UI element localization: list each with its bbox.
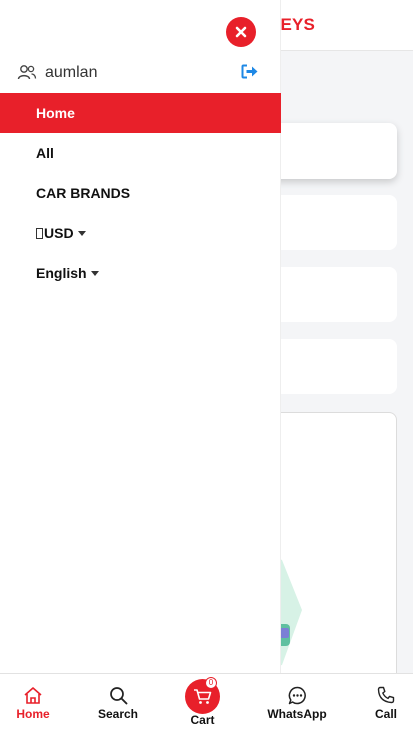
nav-whatsapp[interactable]: WhatsApp [263, 674, 331, 734]
whatsapp-icon [288, 686, 306, 704]
phone-icon [377, 686, 395, 704]
currency-label: USD [44, 225, 74, 241]
logout-icon [241, 64, 258, 79]
caret-down-icon [77, 230, 86, 236]
content-card[interactable] [262, 339, 397, 394]
content-card[interactable] [262, 123, 397, 179]
caret-down-icon [90, 270, 99, 276]
content-card[interactable] [262, 267, 397, 322]
logout-button[interactable] [241, 64, 258, 84]
users-icon [17, 65, 37, 80]
cart-count-badge: 0 [205, 677, 217, 689]
menu-item-car-brands[interactable]: CAR BRANDS [0, 173, 281, 213]
home-icon [24, 686, 42, 704]
cart-icon [194, 689, 212, 704]
missing-glyph-icon [36, 227, 43, 239]
user-account-row[interactable]: aumlan [17, 60, 262, 86]
language-label: English [36, 265, 87, 281]
menu-item-home[interactable]: Home [0, 93, 281, 133]
nav-call[interactable]: Call [368, 674, 404, 734]
nav-whatsapp-label: WhatsApp [267, 707, 327, 721]
username: aumlan [45, 64, 98, 81]
nav-cart-label: Cart [190, 713, 215, 727]
menu-item-all[interactable]: All [0, 133, 281, 173]
nav-home[interactable]: Home [8, 674, 58, 734]
close-icon [235, 26, 247, 38]
nav-home-label: Home [16, 707, 50, 721]
content-card[interactable] [262, 195, 397, 250]
close-drawer-button[interactable] [226, 17, 256, 47]
side-drawer: aumlan Home All CAR BRANDS USD English [0, 0, 281, 673]
bottom-navigation: Home Search 0 Cart WhatsApp Call [0, 673, 413, 734]
language-dropdown[interactable]: English [0, 253, 281, 293]
search-icon [109, 686, 127, 704]
drawer-menu: Home All CAR BRANDS USD English [0, 93, 281, 293]
nav-search[interactable]: Search [92, 674, 144, 734]
currency-dropdown[interactable]: USD [0, 213, 281, 253]
nav-call-label: Call [374, 707, 397, 721]
nav-search-label: Search [97, 707, 139, 721]
